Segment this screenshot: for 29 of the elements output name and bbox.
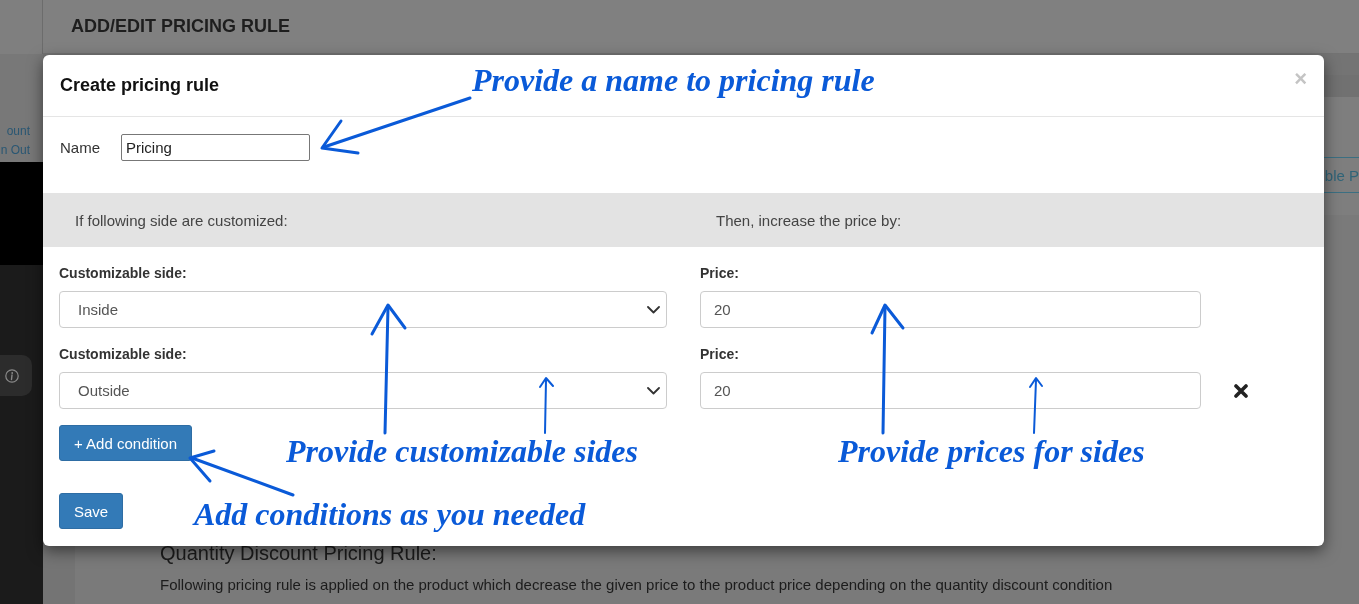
info-button[interactable] xyxy=(0,355,32,396)
info-icon xyxy=(5,368,19,383)
side-select[interactable]: Outside xyxy=(59,372,667,409)
annotation-text: Provide a name to pricing rule xyxy=(472,64,875,96)
annotation-text: Provide prices for sides xyxy=(838,435,1145,467)
name-input[interactable]: Pricing xyxy=(121,134,310,161)
section-heading: Quantity Discount Pricing Rule: xyxy=(160,541,438,565)
price-label: Price: xyxy=(700,346,739,363)
page-title: ADD/EDIT PRICING RULE xyxy=(71,16,290,37)
chevron-down-icon xyxy=(647,386,660,395)
annotation-text: Add conditions as you needed xyxy=(194,498,586,530)
price-label: Price: xyxy=(700,265,739,282)
side-select[interactable]: Inside xyxy=(59,291,667,328)
name-label: Name xyxy=(60,139,101,156)
section-text: Following pricing rule is applied on the product which decrease the given price to the product price depending on the quantity discount condition xyxy=(160,575,1114,595)
remove-icon[interactable] xyxy=(1234,383,1248,398)
chevron-down-icon xyxy=(647,305,660,314)
annotation-arrow xyxy=(539,377,554,434)
band-text: Then, increase the price by: xyxy=(716,211,903,229)
dialog-title: Create pricing rule xyxy=(60,75,220,96)
annotation-text: Provide customizable sides xyxy=(286,435,638,467)
annotation-arrow xyxy=(1029,377,1043,434)
price-input[interactable]: 20 xyxy=(700,372,1201,409)
side-label: Customizable side: xyxy=(59,265,187,282)
side-label: Customizable side: xyxy=(59,346,187,363)
save-button[interactable]: Save xyxy=(59,493,124,529)
price-input[interactable]: 20 xyxy=(700,291,1201,328)
band-text: If following side are customized: xyxy=(75,211,289,229)
add-condition-button[interactable]: + Add condition xyxy=(59,425,192,461)
